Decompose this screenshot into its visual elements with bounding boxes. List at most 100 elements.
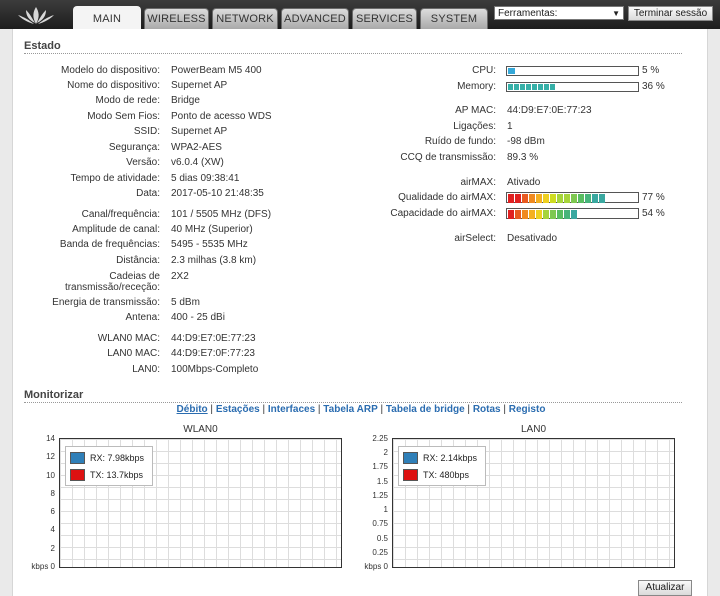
info-label: Amplitude de canal: [72, 224, 160, 235]
cpu-value: 5 % [642, 65, 660, 76]
chart-legend: RX: 2.14kbps TX: 480bps [398, 446, 486, 486]
monitor-link[interactable]: Interfaces [268, 404, 315, 415]
tab-network[interactable]: NETWORK [212, 8, 278, 29]
status-section-title: Estado [24, 40, 61, 52]
bar-segment [536, 194, 542, 203]
info-value: 2X2 [171, 271, 189, 282]
info-label: Cadeias de [109, 271, 160, 282]
info-value: Bridge [171, 95, 200, 106]
status-divider [24, 53, 682, 54]
info-label-line2: transmissão/receção: [64, 282, 160, 293]
tab-wireless[interactable]: WIRELESS [144, 8, 209, 29]
top-navigation-bar: MAIN WIRELESS NETWORK ADVANCED SERVICES … [0, 0, 720, 30]
info-label: Segurança: [108, 142, 160, 153]
y-tick-label: 12 [46, 452, 55, 462]
monitor-link[interactable]: Estações [216, 404, 260, 415]
info-value: 2.3 milhas (3.8 km) [171, 255, 257, 266]
bar-segment [515, 210, 521, 219]
info-value: 1 [507, 121, 513, 132]
info-value: 101 / 5505 MHz (DFS) [171, 209, 272, 220]
bar-segment [508, 210, 514, 219]
info-label: LAN0: [132, 364, 160, 375]
info-value: WPA2-AES [171, 142, 222, 153]
link-separator: | [259, 404, 268, 415]
info-label: Data: [136, 188, 160, 199]
monitor-link[interactable]: Tabela de bridge [386, 404, 465, 415]
link-separator: | [207, 404, 216, 415]
bar-segment [515, 194, 521, 203]
info-label: Ligações: [453, 121, 496, 132]
y-tick-label: 2 [383, 448, 388, 458]
info-label: Modelo do dispositivo: [61, 65, 160, 76]
info-label: Energia de transmissão: [52, 297, 160, 308]
monitor-link[interactable]: Tabela ARP [323, 404, 377, 415]
info-label: WLAN0 MAC: [97, 333, 160, 344]
legend-label: RX: 2.14kbps [423, 452, 478, 463]
y-tick-label: kbps 0 [31, 562, 55, 571]
y-tick-label: 2 [50, 543, 55, 553]
refresh-button[interactable]: Atualizar [638, 580, 692, 596]
info-label: LAN0 MAC: [107, 348, 160, 359]
tools-dropdown-value: Ferramentas: [498, 8, 558, 19]
airselect-value: Desativado [507, 233, 558, 244]
info-value: 5495 - 5535 MHz [171, 239, 248, 250]
info-value: v6.0.4 (XW) [171, 157, 224, 168]
rx-swatch [403, 451, 418, 464]
legend-label: TX: 13.7kbps [90, 469, 144, 480]
info-value: Supernet AP [171, 80, 228, 91]
info-value: -98 dBm [507, 136, 545, 147]
airmax-quality-bar [506, 192, 639, 203]
logout-button[interactable]: Terminar sessão [628, 6, 713, 21]
y-tick-label: 6 [50, 507, 55, 517]
tools-dropdown[interactable]: Ferramentas: ▼ [494, 6, 624, 20]
tab-services[interactable]: SERVICES [352, 8, 417, 29]
info-label: AP MAC: [455, 105, 496, 116]
info-value: 100Mbps-Completo [171, 364, 259, 375]
bar-segment [592, 194, 598, 203]
tx-swatch [70, 468, 85, 481]
info-label: Antena: [125, 312, 160, 323]
y-tick-label: 4 [50, 525, 55, 535]
airmax-quality-value: 77 % [642, 192, 665, 203]
dropdown-arrow-icon: ▼ [612, 9, 620, 18]
info-label: Distância: [116, 255, 160, 266]
bar-segment [543, 210, 549, 219]
y-tick-label: 14 [46, 434, 55, 443]
tab-main[interactable]: MAIN [73, 6, 141, 30]
monitor-link[interactable]: Débito [177, 404, 208, 415]
info-value: 40 MHz (Superior) [171, 224, 253, 235]
monitor-link[interactable]: Registo [509, 404, 546, 415]
cpu-bar-fill [508, 68, 515, 74]
bar-segment [557, 194, 563, 203]
info-value: 44:D9:E7:0F:77:23 [171, 348, 255, 359]
info-value: 5 dias 09:38:41 [171, 173, 240, 184]
bar-segment [536, 210, 542, 219]
info-value: 5 dBm [171, 297, 200, 308]
legend-entry: RX: 7.98kbps [70, 449, 148, 466]
info-label: Modo de rede: [95, 95, 161, 106]
info-value: 2017-05-10 21:48:35 [171, 188, 264, 199]
tab-advanced[interactable]: ADVANCED [281, 8, 349, 29]
y-tick-label: 10 [46, 470, 55, 480]
y-tick-label: kbps 0 [364, 562, 388, 571]
info-label: Canal/frequência: [81, 209, 160, 220]
info-value: 44:D9:E7:0E:77:23 [171, 333, 256, 344]
link-separator: | [464, 404, 473, 415]
info-label: Ruído de fundo: [424, 136, 496, 147]
monitor-divider [24, 402, 682, 403]
bar-segment [522, 194, 528, 203]
y-tick-label: 2.25 [372, 434, 388, 443]
info-label: Banda de frequências: [59, 239, 160, 250]
airmax-quality-label: Qualidade do airMAX: [398, 192, 496, 203]
info-label: Nome do dispositivo: [67, 80, 160, 91]
bar-segment [522, 210, 528, 219]
tab-system[interactable]: SYSTEM [420, 8, 488, 29]
airmax-quality-bar-fill [508, 194, 605, 203]
chart-title: WLAN0 [183, 424, 218, 435]
info-value: PowerBeam M5 400 [171, 65, 262, 76]
chart-legend: RX: 7.98kbps TX: 13.7kbps [65, 446, 153, 486]
monitor-link[interactable]: Rotas [473, 404, 501, 415]
airmax-capacity-label: Capacidade do airMAX: [390, 208, 496, 219]
ubiquiti-logo-icon [18, 7, 54, 24]
info-value: 89.3 % [507, 152, 539, 163]
